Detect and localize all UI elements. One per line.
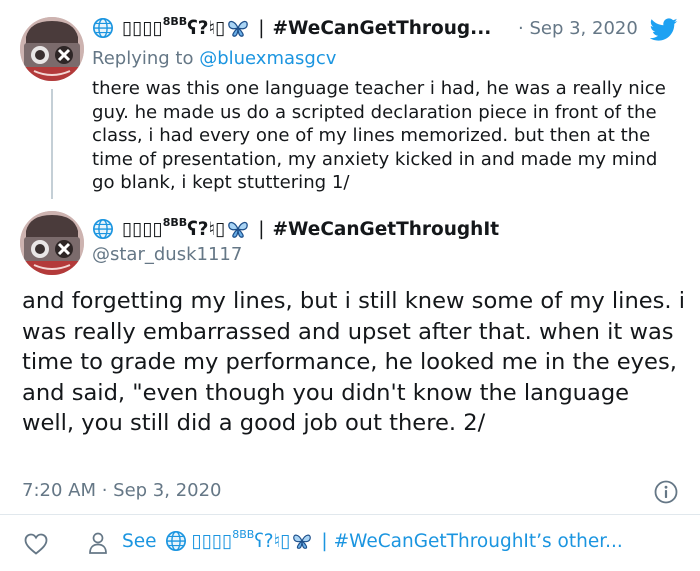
butterfly-icon (228, 20, 249, 37)
butterfly-icon (293, 534, 312, 549)
twitter-bird-icon[interactable] (650, 18, 678, 42)
footer-separator: | (321, 530, 328, 552)
tweet1-text: there was this one language teacher i ha… (92, 78, 666, 194)
tweet-date[interactable]: · Sep 3, 2020 (518, 18, 638, 39)
name-separator: | (258, 218, 265, 240)
heart-icon[interactable] (24, 533, 48, 555)
globe-icon (165, 531, 186, 551)
display-name-boxes: ▯▯▯▯ (122, 218, 163, 240)
footer-name-boxes: ▯▯▯▯ (191, 530, 233, 552)
display-name-superscript: 8BB (162, 14, 188, 28)
display-name[interactable]: ▯▯▯▯ 8BB ʕ?♮▯ | #WeCanGetThroughIt (92, 215, 500, 240)
replying-to: Replying to @bluexmasgcv (92, 48, 336, 69)
replying-to-handle[interactable]: @bluexmasgcv (199, 48, 336, 69)
footer-more-label: #WeCanGetThroughIt’s other... (333, 530, 623, 552)
tweet2-text: and forgetting my lines, but i still kne… (22, 288, 686, 437)
see-label: See (122, 530, 157, 552)
tweet-timestamp[interactable]: 7:20 AM · Sep 3, 2020 (22, 480, 222, 501)
hashtag-name: #WeCanGetThroug... (272, 17, 492, 39)
butterfly-icon (228, 221, 249, 238)
avatar[interactable] (20, 211, 84, 275)
display-name-glyphs: ʕ?♮▯ (187, 218, 226, 240)
user-handle[interactable]: @star_dusk1117 (92, 244, 242, 265)
footer-name-glyphs: ʕ?♮▯ (254, 530, 291, 552)
footer-name-superscript: 8BB (232, 527, 255, 541)
see-more-link[interactable]: See ▯▯▯▯ 8BB ʕ?♮▯ | #WeCanGetThroughIt’s… (122, 527, 623, 552)
divider (0, 514, 700, 515)
display-name[interactable]: ▯▯▯▯ 8BB ʕ?♮▯ | #WeCanGetThroug... (92, 14, 492, 39)
display-name-glyphs: ʕ?♮▯ (187, 17, 226, 39)
display-name-superscript: 8BB (162, 215, 188, 229)
name-separator: | (258, 17, 265, 39)
person-icon (89, 532, 107, 554)
hashtag-name: #WeCanGetThroughIt (272, 218, 500, 240)
globe-icon (93, 18, 113, 38)
replying-to-label: Replying to (92, 48, 194, 69)
info-icon[interactable] (654, 480, 678, 504)
display-name-boxes: ▯▯▯▯ (122, 17, 163, 39)
avatar[interactable] (20, 17, 84, 81)
globe-icon (93, 219, 113, 239)
thread-line (51, 89, 53, 199)
